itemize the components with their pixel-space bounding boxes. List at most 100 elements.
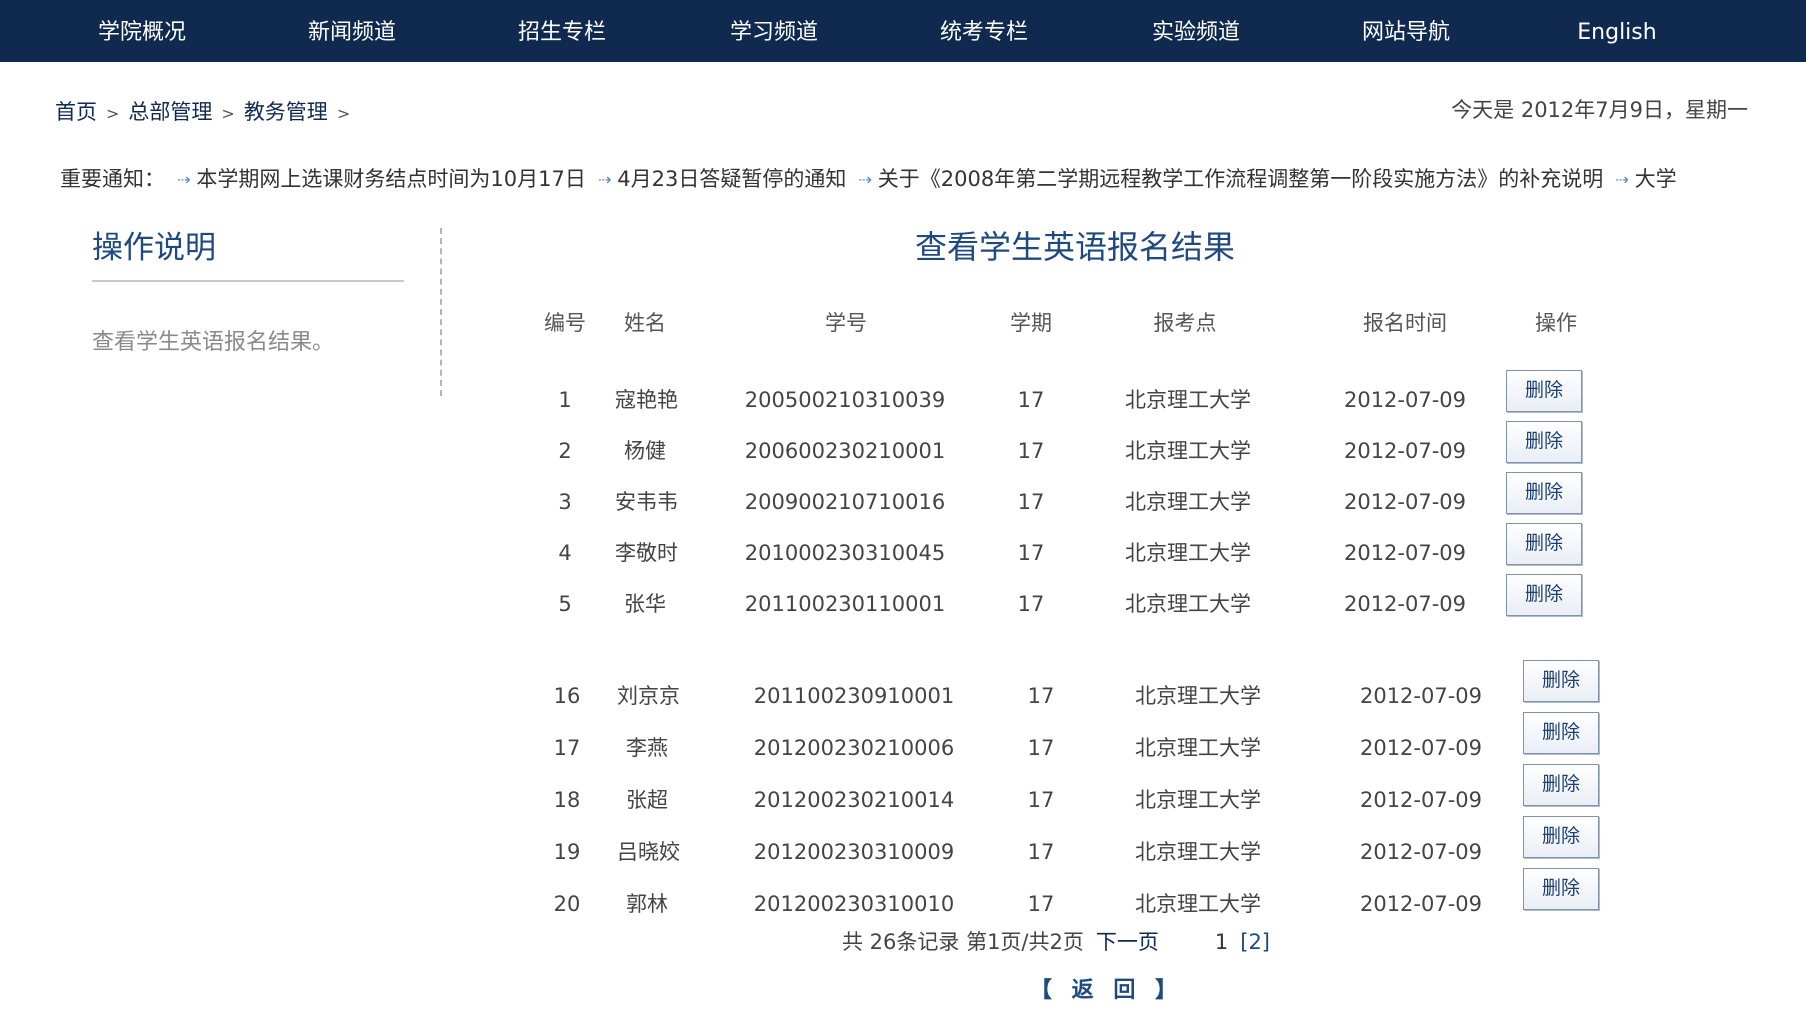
delete-button[interactable]: 删除	[1506, 370, 1582, 412]
notice-marquee: 重要通知： ⇢ 本学期网上选课财务结点时间为10月17日 ⇢ 4月23日答疑暂停的通知 ⇢…	[60, 163, 1750, 193]
cell-number: 20	[553, 892, 581, 916]
arrow-right-icon: ⇢	[858, 170, 872, 189]
cell-register-time: 2012-07-09	[1359, 840, 1483, 864]
cell-exam-site: 北京理工大学	[1135, 736, 1261, 760]
cell-term: 17	[1017, 439, 1045, 463]
cell-exam-site: 北京理工大学	[1135, 892, 1261, 916]
cell-name: 吕晓姣	[617, 840, 680, 864]
delete-button[interactable]: 删除	[1523, 660, 1599, 702]
nav-item-about[interactable]: 学院概况	[42, 0, 242, 62]
cell-term: 17	[1017, 541, 1045, 565]
cell-student-id: 200600230210001	[744, 439, 946, 463]
delete-button[interactable]: 删除	[1523, 712, 1599, 754]
breadcrumb-home[interactable]: 首页	[55, 100, 97, 124]
delete-button[interactable]: 删除	[1523, 764, 1599, 806]
column-header-exam-site: 报考点	[1153, 311, 1217, 335]
cell-number: 19	[553, 840, 581, 864]
nav-item-exam[interactable]: 统考专栏	[884, 0, 1084, 62]
cell-register-time: 2012-07-09	[1343, 439, 1467, 463]
cell-register-time: 2012-07-09	[1343, 490, 1467, 514]
table-row: 2 杨健 200600230210001 17 北京理工大学 2012-07-09 删除	[0, 421, 1806, 471]
cell-number: 3	[558, 490, 572, 514]
cell-register-time: 2012-07-09	[1343, 541, 1467, 565]
table-row: 1 寇艳艳 200500210310039 17 北京理工大学 2012-07-09 删除	[0, 370, 1806, 420]
cell-number: 5	[558, 592, 572, 616]
cell-term: 17	[1027, 684, 1055, 708]
page-1-current: 1	[1214, 930, 1229, 954]
column-header-action: 操作	[1535, 311, 1577, 335]
delete-button[interactable]: 删除	[1506, 472, 1582, 514]
cell-student-id: 201200230310009	[753, 840, 955, 864]
cell-number: 17	[553, 736, 581, 760]
table-row: 17 李燕 201200230210006 17 北京理工大学 2012-07-09 删除	[0, 712, 1806, 768]
next-page-link[interactable]: 下一页	[1096, 930, 1159, 954]
cell-term: 17	[1027, 892, 1055, 916]
delete-button[interactable]: 删除	[1506, 421, 1582, 463]
cell-register-time: 2012-07-09	[1359, 736, 1483, 760]
notice-item[interactable]: 4月23日答疑暂停的通知	[617, 167, 846, 191]
delete-button[interactable]: 删除	[1506, 574, 1582, 616]
cell-student-id: 201200230310010	[753, 892, 955, 916]
cell-exam-site: 北京理工大学	[1125, 541, 1251, 565]
cell-student-id: 200900210710016	[744, 490, 946, 514]
column-header-name: 姓名	[624, 311, 666, 335]
notice-item[interactable]: 本学期网上选课财务结点时间为10月17日	[196, 167, 585, 191]
cell-register-time: 2012-07-09	[1359, 892, 1483, 916]
top-navigation: 学院概况 新闻频道 招生专栏 学习频道 统考专栏 实验频道 网站导航 Engli…	[0, 0, 1806, 62]
page-title: 查看学生英语报名结果	[914, 228, 1235, 266]
table-row: 5 张华 201100230110001 17 北京理工大学 2012-07-09 删除	[0, 574, 1806, 624]
nav-item-study[interactable]: 学习频道	[674, 0, 874, 62]
table-row: 4 李敬时 201000230310045 17 北京理工大学 2012-07-09 删除	[0, 523, 1806, 573]
delete-button[interactable]: 删除	[1506, 523, 1582, 565]
cell-number: 2	[558, 439, 572, 463]
table-row: 3 安韦韦 200900210710016 17 北京理工大学 2012-07-09 删除	[0, 472, 1806, 522]
table-row: 19 吕晓姣 201200230310009 17 北京理工大学 2012-07-09 删除	[0, 816, 1806, 872]
cell-name: 刘京京	[617, 684, 680, 708]
today-date: 今天是 2012年7月9日，星期一	[1451, 98, 1748, 122]
page-2-link[interactable]: [2]	[1240, 930, 1270, 954]
cell-exam-site: 北京理工大学	[1125, 490, 1251, 514]
cell-term: 17	[1017, 592, 1045, 616]
cell-exam-site: 北京理工大学	[1125, 439, 1251, 463]
nav-item-english[interactable]: English	[1517, 0, 1717, 62]
cell-name: 寇艳艳	[615, 388, 678, 412]
cell-term: 17	[1027, 736, 1055, 760]
table-header: 编号 姓名 学号 学期 报考点 报名时间 操作	[0, 303, 1806, 343]
cell-number: 18	[553, 788, 581, 812]
nav-item-news[interactable]: 新闻频道	[252, 0, 452, 62]
delete-button[interactable]: 删除	[1523, 816, 1599, 858]
pagination: 共 26条记录 第1页/共2页 下一页 1 [2]	[842, 926, 1270, 956]
back-button[interactable]: 【 返 回 】	[1030, 972, 1183, 1004]
notice-label: 重要通知：	[60, 167, 165, 191]
cell-student-id: 200500210310039	[744, 388, 946, 412]
nav-item-sitemap[interactable]: 网站导航	[1306, 0, 1506, 62]
cell-student-id: 201200230210006	[753, 736, 955, 760]
notice-item[interactable]: 大学	[1635, 167, 1677, 191]
cell-student-id: 201100230910001	[753, 684, 955, 708]
breadcrumb-separator: >	[106, 104, 120, 123]
cell-term: 17	[1027, 840, 1055, 864]
breadcrumb: 首页 > 总部管理 > 教务管理 >	[55, 96, 359, 126]
cell-exam-site: 北京理工大学	[1135, 788, 1261, 812]
table-row: 20 郭林 201200230310010 17 北京理工大学 2012-07-09 删除	[0, 868, 1806, 924]
table-row: 16 刘京京 201100230910001 17 北京理工大学 2012-07-09 删除	[0, 660, 1806, 716]
cell-register-time: 2012-07-09	[1359, 788, 1483, 812]
sidebar-divider	[92, 280, 404, 282]
cell-number: 1	[558, 388, 572, 412]
breadcrumb-academic-management[interactable]: 教务管理	[244, 100, 328, 124]
cell-student-id: 201000230310045	[744, 541, 946, 565]
nav-item-admission[interactable]: 招生专栏	[462, 0, 662, 62]
breadcrumb-hq-management[interactable]: 总部管理	[128, 100, 212, 124]
column-header-term: 学期	[1010, 311, 1052, 335]
notice-item[interactable]: 关于《2008年第二学期远程教学工作流程调整第一阶段实施方法》的补充说明	[878, 167, 1603, 191]
arrow-right-icon: ⇢	[177, 170, 191, 189]
cell-student-id: 201200230210014	[753, 788, 955, 812]
cell-name: 李敬时	[615, 541, 678, 565]
cell-register-time: 2012-07-09	[1359, 684, 1483, 708]
cell-exam-site: 北京理工大学	[1135, 684, 1261, 708]
breadcrumb-separator: >	[221, 104, 235, 123]
cell-number: 4	[558, 541, 572, 565]
table-row: 18 张超 201200230210014 17 北京理工大学 2012-07-09 删除	[0, 764, 1806, 820]
delete-button[interactable]: 删除	[1523, 868, 1599, 910]
nav-item-lab[interactable]: 实验频道	[1096, 0, 1296, 62]
